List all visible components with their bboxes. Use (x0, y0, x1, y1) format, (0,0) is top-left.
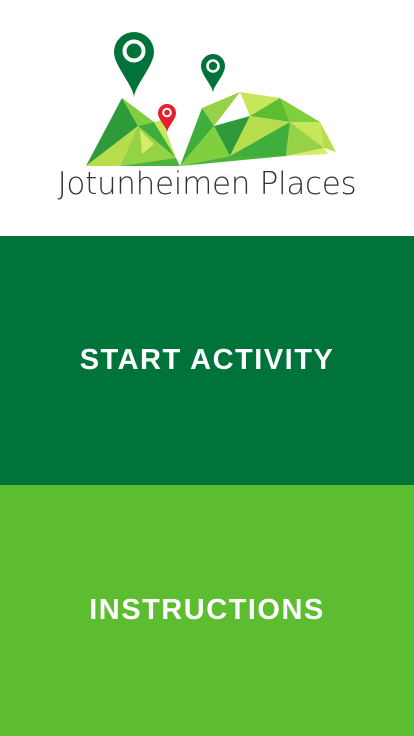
start-activity-button[interactable]: START ACTIVITY (0, 236, 414, 485)
app-header: Jotunheimen Places (0, 0, 414, 236)
app-title: Jotunheimen Places (57, 166, 357, 202)
location-pin-icon-small (201, 54, 225, 93)
app-logo (86, 32, 336, 166)
app-screen: Jotunheimen Places START ACTIVITY INSTRU… (0, 0, 414, 736)
right-mountain-shape (180, 92, 336, 166)
start-activity-label: START ACTIVITY (79, 344, 335, 376)
instructions-label: INSTRUCTIONS (89, 594, 325, 626)
location-pin-icon (114, 32, 154, 98)
instructions-button[interactable]: INSTRUCTIONS (0, 485, 414, 736)
